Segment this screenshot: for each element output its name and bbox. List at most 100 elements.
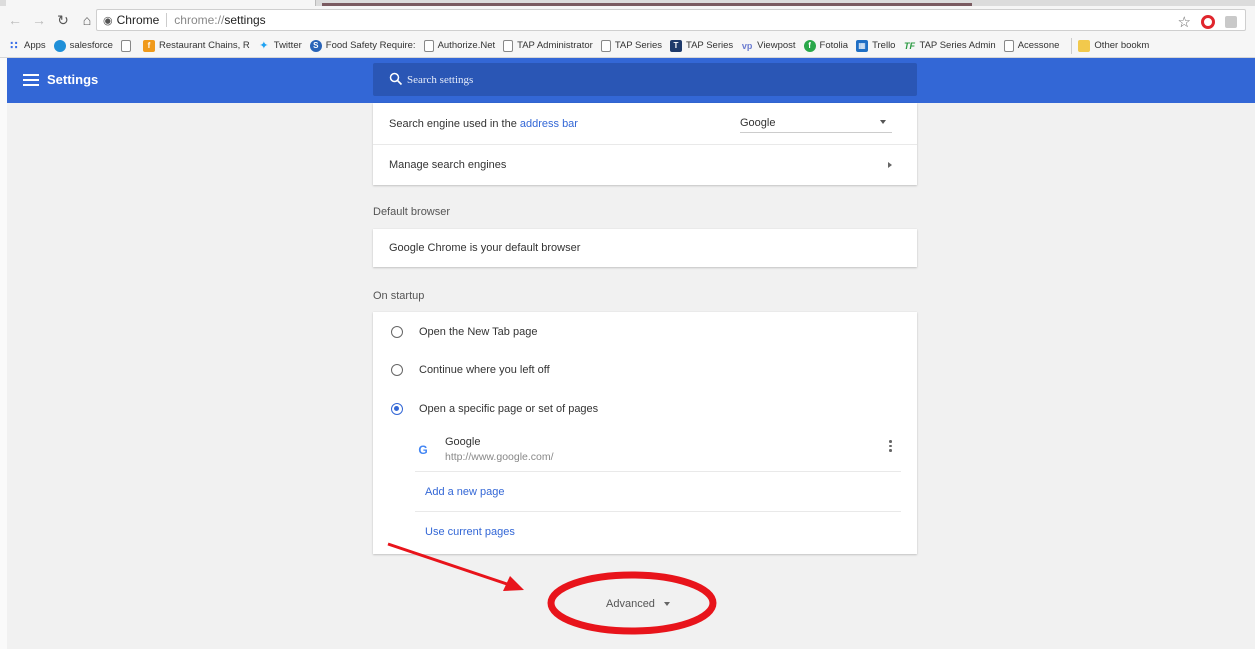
advanced-toggle[interactable]: Advanced bbox=[606, 598, 670, 610]
radio-button[interactable] bbox=[391, 325, 403, 338]
site-info-chip[interactable]: ◉ Chrome bbox=[97, 13, 159, 27]
startup-option-specific-pages[interactable]: Open a specific page or set of pages bbox=[373, 389, 917, 428]
bookmark-tap-series[interactable]: TAP Series bbox=[600, 39, 662, 52]
bookmark-label: Fotolia bbox=[819, 40, 849, 51]
back-button[interactable]: ← bbox=[6, 11, 24, 29]
chevron-down-icon bbox=[663, 602, 670, 606]
page-icon bbox=[120, 39, 131, 52]
browser-toolbar: ← → ↻ ⌂ ◉ Chrome chrome://settings ☆ bbox=[0, 6, 1255, 34]
annotation-arrowhead bbox=[503, 576, 524, 591]
search-settings-box[interactable] bbox=[373, 63, 917, 96]
chrome-icon: ◉ bbox=[103, 14, 113, 27]
bookmark-label: TAP Series bbox=[685, 40, 734, 51]
page-icon bbox=[503, 39, 514, 52]
address-bar-link[interactable]: address bar bbox=[520, 118, 578, 130]
home-button[interactable]: ⌂ bbox=[78, 11, 96, 29]
extension-icon[interactable] bbox=[1225, 16, 1237, 28]
bookmark-authorize-net[interactable]: Authorize.Net bbox=[423, 39, 496, 52]
startup-option-label: Continue where you left off bbox=[419, 364, 550, 376]
search-engine-selected: Google bbox=[740, 116, 776, 129]
bookmark-label: TAP Administrator bbox=[517, 40, 593, 51]
facebook-icon: f bbox=[142, 39, 155, 52]
bookmark-viewpost[interactable]: vp Viewpost bbox=[741, 40, 796, 52]
bookmark-label: Restaurant Chains, R bbox=[158, 40, 250, 51]
bookmark-label: Authorize.Net bbox=[437, 40, 496, 51]
left-gutter bbox=[0, 58, 7, 649]
omnibox-actions: ☆ bbox=[1178, 13, 1237, 31]
bookmark-tap-series-2[interactable]: T TAP Series bbox=[669, 39, 734, 52]
apps-icon: ∷ bbox=[10, 40, 18, 52]
page-title: Settings bbox=[47, 72, 99, 87]
page-icon bbox=[600, 39, 611, 52]
food-safety-icon: S bbox=[309, 39, 322, 52]
bookmark-tap-administrator[interactable]: TAP Administrator bbox=[503, 39, 593, 52]
search-icon bbox=[389, 72, 403, 86]
settings-header: Settings bbox=[7, 58, 1255, 103]
chevron-right-icon bbox=[888, 162, 892, 168]
default-browser-heading: Default browser bbox=[373, 206, 451, 218]
bookmark-label: Apps bbox=[24, 40, 46, 51]
opera-extension-icon[interactable] bbox=[1201, 15, 1215, 29]
menu-icon[interactable] bbox=[22, 72, 40, 88]
bookmark-label: Viewpost bbox=[757, 40, 796, 51]
bookmark-fotolia[interactable]: f Fotolia bbox=[803, 39, 849, 52]
fotolia-icon: f bbox=[803, 39, 816, 52]
bookmark-label: Acessone bbox=[1017, 40, 1060, 51]
bookmarks-divider bbox=[1071, 37, 1073, 54]
bookmark-star-icon[interactable]: ☆ bbox=[1178, 13, 1191, 31]
trello-icon: ▦ bbox=[856, 39, 869, 52]
tap-icon: T bbox=[669, 39, 682, 52]
startup-page-text: Google http://www.google.com/ bbox=[445, 435, 554, 465]
page-icon bbox=[423, 39, 434, 52]
bookmark-acessone[interactable]: Acessone bbox=[1003, 39, 1060, 52]
add-new-page-link[interactable]: Add a new page bbox=[425, 486, 505, 498]
startup-option-new-tab[interactable]: Open the New Tab page bbox=[373, 312, 917, 351]
bookmark-untitled[interactable] bbox=[120, 39, 135, 52]
search-engine-dropdown[interactable]: Google bbox=[740, 113, 892, 133]
bookmark-salesforce[interactable]: salesforce bbox=[53, 39, 113, 52]
add-new-page-row: Add a new page bbox=[415, 472, 901, 512]
search-engine-row: Search engine used in the address bar Go… bbox=[373, 103, 917, 144]
radio-button[interactable] bbox=[391, 364, 403, 376]
manage-search-engines-label: Manage search engines bbox=[389, 159, 507, 171]
bookmark-label: TAP Series Admin bbox=[919, 40, 996, 51]
dropdown-caret-icon bbox=[880, 120, 886, 124]
startup-page-url: http://www.google.com/ bbox=[445, 450, 554, 463]
radio-button-selected[interactable] bbox=[391, 402, 403, 415]
folder-icon bbox=[1078, 39, 1091, 52]
forward-button[interactable]: → bbox=[30, 11, 48, 29]
tap-series-admin-icon: TF bbox=[903, 40, 915, 51]
default-browser-card: Google Chrome is your default browser bbox=[373, 229, 917, 267]
address-bar[interactable]: ◉ Chrome chrome://settings ☆ bbox=[96, 9, 1246, 31]
bookmark-label: Twitter bbox=[273, 40, 302, 51]
bookmark-food-safety[interactable]: S Food Safety Require: bbox=[309, 39, 416, 52]
url-scheme: chrome:// bbox=[174, 13, 225, 27]
other-bookmarks[interactable]: Other bookm bbox=[1078, 39, 1149, 52]
use-current-pages-link[interactable]: Use current pages bbox=[425, 526, 515, 538]
startup-option-label: Open a specific page or set of pages bbox=[419, 402, 599, 415]
google-favicon-icon: G bbox=[418, 442, 428, 457]
salesforce-icon bbox=[53, 39, 66, 52]
startup-page-item: G Google http://www.google.com/ bbox=[415, 428, 901, 472]
search-engine-label: Search engine used in the bbox=[389, 117, 520, 130]
reload-button[interactable]: ↻ bbox=[54, 11, 72, 29]
advanced-label: Advanced bbox=[606, 598, 655, 610]
url-path: settings bbox=[224, 13, 266, 27]
url-text[interactable]: chrome://settings bbox=[174, 13, 265, 27]
startup-option-continue[interactable]: Continue where you left off bbox=[373, 351, 917, 389]
bookmark-twitter[interactable]: ✦ Twitter bbox=[258, 40, 302, 52]
bookmark-trello[interactable]: ▦ Trello bbox=[856, 39, 895, 52]
bookmark-label: TAP Series bbox=[614, 40, 662, 51]
bookmark-restaurant-chains[interactable]: f Restaurant Chains, R bbox=[142, 39, 250, 52]
bookmark-tap-series-admin[interactable]: TF TAP Series Admin bbox=[903, 40, 996, 52]
search-input[interactable] bbox=[407, 71, 887, 89]
bookmarks-bar: ∷ Apps salesforce f Restaurant Chains, R ✦… bbox=[0, 34, 1255, 58]
bookmark-label: salesforce bbox=[69, 40, 113, 51]
default-browser-row: Google Chrome is your default browser bbox=[373, 229, 917, 267]
more-actions-icon[interactable] bbox=[889, 440, 892, 452]
bookmark-apps[interactable]: ∷ Apps bbox=[8, 40, 46, 52]
on-startup-card: Open the New Tab page Continue where you… bbox=[373, 312, 917, 554]
viewpost-icon: vp bbox=[741, 40, 753, 51]
manage-search-engines-row[interactable]: Manage search engines bbox=[373, 144, 917, 185]
twitter-icon: ✦ bbox=[259, 40, 269, 52]
